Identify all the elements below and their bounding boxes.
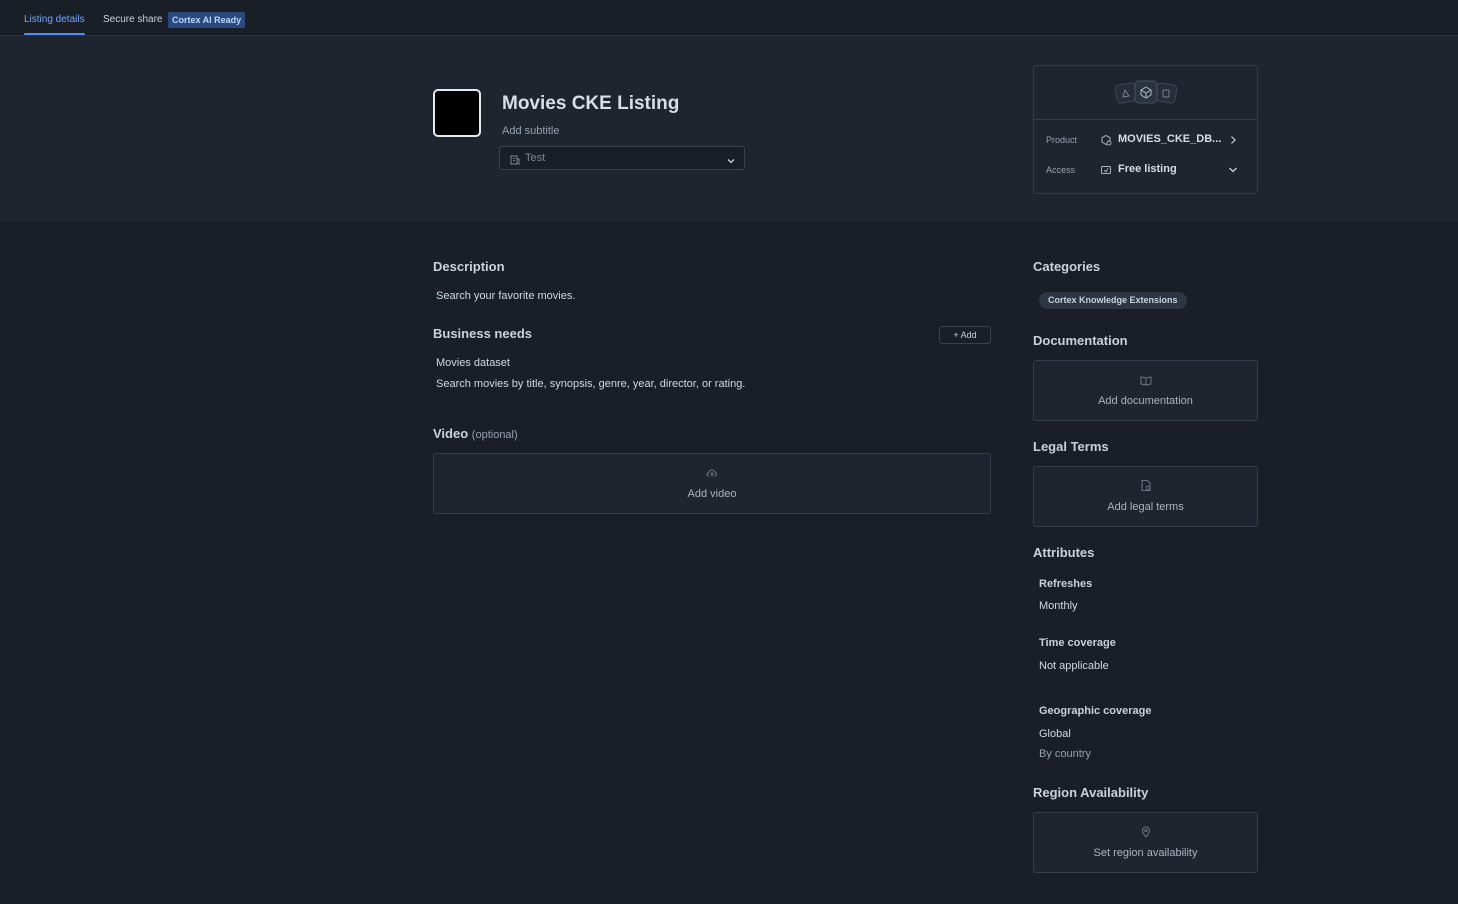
add-documentation-label: Add documentation [1098, 395, 1193, 407]
listing-title[interactable]: Movies CKE Listing [502, 93, 679, 115]
chevron-down-icon [726, 153, 736, 171]
book-icon [1139, 373, 1153, 391]
tab-bar: Listing details Secure share Cortex AI R… [0, 0, 1458, 36]
add-video-label: Add video [687, 488, 737, 500]
business-need-title[interactable]: Movies dataset [436, 357, 510, 369]
business-need-text: Search movies by title, synopsis, genre,… [436, 378, 746, 390]
add-legal-terms-label: Add legal terms [1107, 501, 1184, 513]
product-icon [1100, 133, 1112, 151]
add-subtitle-link[interactable]: Add subtitle [502, 125, 559, 137]
set-region-availability-button[interactable]: Set region availability [1033, 812, 1258, 873]
documentation-heading: Documentation [1033, 333, 1128, 348]
tab-secure-share[interactable]: Secure share [103, 14, 162, 25]
plus-icon: + [953, 330, 959, 340]
access-icon [1100, 163, 1112, 181]
location-pin-icon [1141, 825, 1151, 843]
listing-type-select[interactable]: Test [499, 146, 745, 170]
product-value[interactable]: MOVIES_CKE_DB... [1118, 133, 1221, 145]
time-coverage-value[interactable]: Not applicable [1039, 660, 1109, 672]
cortex-ai-ready-badge: Cortex AI Ready [168, 12, 246, 28]
geo-coverage-label: Geographic coverage [1039, 705, 1152, 717]
refreshes-label: Refreshes [1039, 578, 1093, 590]
chevron-right-icon[interactable] [1228, 133, 1238, 151]
building-icon [510, 152, 520, 170]
geo-coverage-sub: By country [1039, 748, 1091, 760]
description-heading: Description [433, 259, 505, 274]
chevron-down-icon[interactable] [1227, 163, 1239, 181]
region-availability-heading: Region Availability [1033, 785, 1149, 800]
add-business-need-button[interactable]: + Add [939, 326, 991, 344]
access-label: Access [1046, 165, 1076, 175]
categories-heading: Categories [1033, 259, 1101, 274]
category-chip[interactable]: Cortex Knowledge Extensions [1039, 292, 1187, 309]
add-documentation-button[interactable]: Add documentation [1033, 360, 1258, 421]
attributes-heading: Attributes [1033, 545, 1095, 560]
video-heading: Video (optional) [433, 426, 518, 441]
active-tab-indicator [24, 33, 85, 35]
product-label: Product [1046, 135, 1078, 145]
time-coverage-label: Time coverage [1039, 637, 1116, 649]
video-optional-label: (optional) [471, 429, 518, 441]
access-value[interactable]: Free listing [1118, 163, 1177, 175]
document-icon [1140, 479, 1152, 497]
set-region-availability-label: Set region availability [1093, 847, 1198, 859]
business-needs-heading: Business needs [433, 326, 532, 341]
card-divider [1034, 119, 1257, 120]
listing-type-value: Test [525, 152, 546, 164]
add-button-label: Add [960, 330, 977, 340]
product-access-card: Product MOVIES_CKE_DB... Access Free lis… [1033, 65, 1258, 194]
refreshes-value[interactable]: Monthly [1039, 600, 1078, 612]
video-heading-label: Video [433, 426, 469, 441]
description-text[interactable]: Search your favorite movies. [436, 290, 575, 302]
legal-terms-heading: Legal Terms [1033, 439, 1109, 454]
product-cubes-icon [1113, 78, 1179, 113]
add-legal-terms-button[interactable]: Add legal terms [1033, 466, 1258, 527]
add-video-dropzone[interactable]: Add video [433, 453, 991, 514]
upload-cloud-icon [705, 466, 719, 484]
tab-listing-details[interactable]: Listing details [24, 14, 85, 25]
geo-coverage-value[interactable]: Global [1039, 728, 1071, 740]
listing-logo[interactable] [433, 89, 481, 137]
